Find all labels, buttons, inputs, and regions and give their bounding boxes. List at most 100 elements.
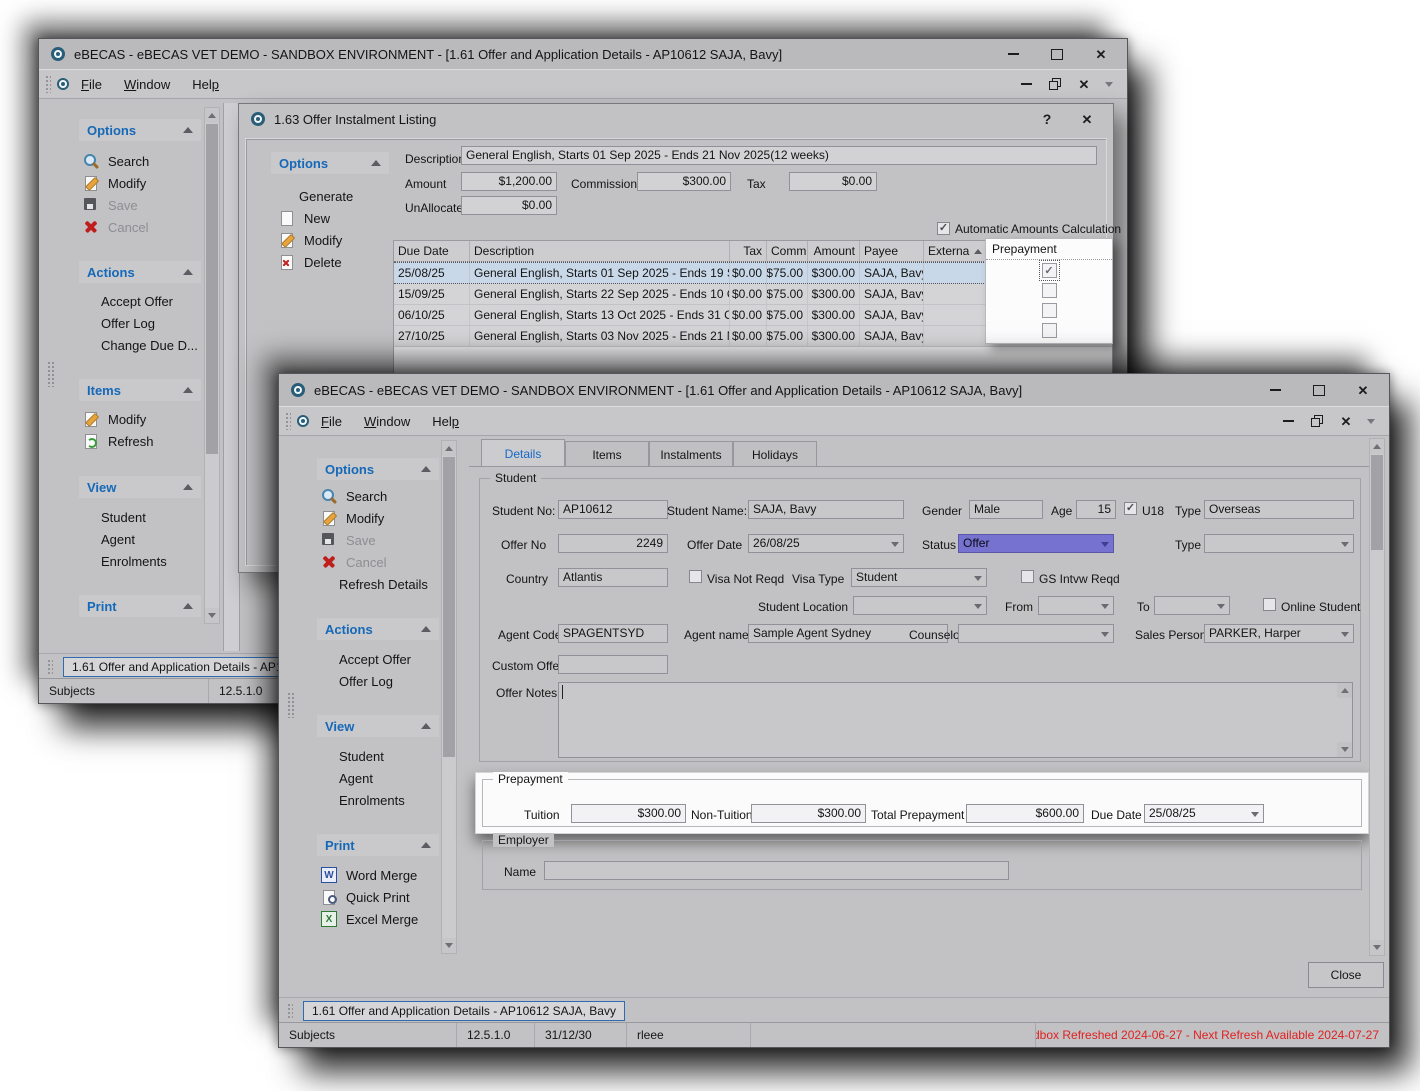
- minimize-icon[interactable]: [1005, 46, 1021, 62]
- menubar-grip[interactable]: [45, 75, 51, 93]
- prepayment-checkbox[interactable]: ✓: [1042, 263, 1057, 278]
- close-icon[interactable]: ✕: [1093, 46, 1109, 62]
- collapse-icon[interactable]: [421, 466, 431, 472]
- status-combo[interactable]: Offer: [958, 534, 1114, 553]
- scroll-up-icon[interactable]: [1337, 683, 1352, 698]
- tabbar-grip[interactable]: [47, 659, 53, 675]
- mdi-restore-icon[interactable]: [1309, 413, 1325, 429]
- type2-combo[interactable]: [1204, 534, 1354, 553]
- mdi-menu-dropdown-icon[interactable]: [1105, 82, 1113, 87]
- offer-no-field[interactable]: 2249: [558, 534, 668, 553]
- scroll-down-icon[interactable]: [1337, 742, 1352, 757]
- content-scrollbar[interactable]: [1369, 438, 1385, 956]
- menu-window[interactable]: Window: [114, 73, 180, 96]
- section-header-print[interactable]: Print: [79, 595, 201, 617]
- sidebar-item-view-enrolments[interactable]: Enrolments: [101, 551, 167, 571]
- mdi-close-icon[interactable]: ✕: [1338, 413, 1354, 429]
- tab-instalments[interactable]: Instalments: [649, 441, 733, 467]
- sidebar-item-offer-log[interactable]: Offer Log: [339, 671, 393, 691]
- sidebar-item-excel-merge[interactable]: XExcel Merge: [321, 909, 418, 929]
- country-field[interactable]: Atlantis: [558, 568, 668, 587]
- sidebar-item-items-modify[interactable]: Modify: [83, 409, 146, 429]
- col-header-due-date[interactable]: Due Date: [394, 241, 470, 261]
- section-header-actions[interactable]: Actions: [317, 618, 439, 640]
- scroll-down-icon[interactable]: [1370, 940, 1384, 955]
- section-header-actions[interactable]: Actions: [79, 261, 201, 283]
- section-header-options[interactable]: Options: [271, 152, 389, 174]
- section-header-view[interactable]: View: [317, 715, 439, 737]
- commission-field[interactable]: $300.00: [637, 172, 731, 191]
- scroll-down-icon[interactable]: [442, 938, 456, 953]
- collapse-icon[interactable]: [183, 127, 193, 133]
- section-header-options[interactable]: Options: [79, 119, 201, 141]
- scroll-up-icon[interactable]: [442, 441, 456, 456]
- student-name-field[interactable]: SAJA, Bavy: [748, 500, 904, 519]
- minimize-icon[interactable]: [1267, 382, 1283, 398]
- toolbar-item-new[interactable]: New: [279, 208, 330, 228]
- menu-help[interactable]: Help: [182, 73, 229, 96]
- gs-intvw-checkbox[interactable]: [1021, 570, 1034, 583]
- mdi-minimize-icon[interactable]: [1018, 76, 1034, 92]
- scrollbar-thumb[interactable]: [443, 457, 455, 757]
- offer-notes-textarea[interactable]: [558, 682, 1353, 758]
- prepayment-due-date-combo[interactable]: 25/08/25: [1144, 804, 1264, 823]
- sidebar-item-accept-offer[interactable]: Accept Offer: [339, 649, 411, 669]
- collapse-icon[interactable]: [183, 387, 193, 393]
- sidebar-item-view-agent[interactable]: Agent: [339, 768, 373, 788]
- prepayment-checkbox[interactable]: [1042, 303, 1057, 318]
- scroll-down-icon[interactable]: [205, 608, 219, 623]
- col-header-description[interactable]: Description: [470, 241, 730, 261]
- menubar-grip[interactable]: [285, 412, 291, 430]
- sidebar-item-modify[interactable]: Modify: [321, 508, 384, 528]
- sidebar-item-search[interactable]: Search: [321, 486, 387, 506]
- sidebar-item-offer-log[interactable]: Offer Log: [101, 313, 155, 333]
- section-header-options[interactable]: Options: [317, 458, 439, 480]
- sidebar-item-search[interactable]: Search: [83, 151, 149, 171]
- tuition-field[interactable]: $300.00: [571, 804, 686, 823]
- type-field[interactable]: Overseas: [1204, 500, 1354, 519]
- menu-file[interactable]: File: [71, 73, 112, 96]
- to-combo[interactable]: [1154, 596, 1230, 615]
- auto-amounts-checkbox[interactable]: ✓: [937, 222, 950, 235]
- visa-type-combo[interactable]: Student: [851, 568, 987, 587]
- sidebar-grip[interactable]: [287, 692, 295, 718]
- sidebar-item-change-due-date[interactable]: Change Due D...: [101, 335, 198, 355]
- tabbar-grip[interactable]: [287, 1003, 293, 1019]
- col-header-tax[interactable]: Tax: [730, 241, 767, 261]
- non-tuition-field[interactable]: $300.00: [751, 804, 866, 823]
- unallocated-field[interactable]: $0.00: [461, 196, 557, 215]
- visa-not-reqd-checkbox[interactable]: [689, 570, 702, 583]
- window-tab[interactable]: 1.61 Offer and Application Details - AP1…: [303, 1001, 625, 1021]
- gender-field[interactable]: Male: [969, 500, 1043, 519]
- sidebar-scrollbar[interactable]: [204, 107, 220, 624]
- tab-details[interactable]: Details: [481, 439, 565, 467]
- maximize-icon[interactable]: [1049, 46, 1065, 62]
- sidebar-item-items-refresh[interactable]: Refresh: [83, 431, 154, 451]
- age-field[interactable]: 15: [1076, 500, 1116, 519]
- collapse-icon[interactable]: [183, 484, 193, 490]
- total-prepayment-field[interactable]: $600.00: [966, 804, 1084, 823]
- col-header-payee[interactable]: Payee: [860, 241, 924, 261]
- collapse-icon[interactable]: [421, 626, 431, 632]
- tax-field[interactable]: $0.00: [789, 172, 877, 191]
- scrollbar-thumb[interactable]: [1371, 455, 1383, 550]
- offer-date-combo[interactable]: 26/08/25: [748, 534, 904, 553]
- sidebar-grip[interactable]: [47, 361, 55, 387]
- collapse-icon[interactable]: [183, 269, 193, 275]
- agent-code-field[interactable]: SPAGENTSYD: [558, 624, 668, 643]
- col-header-external[interactable]: Externa: [924, 241, 986, 261]
- sidebar-item-accept-offer[interactable]: Accept Offer: [101, 291, 173, 311]
- col-header-commission[interactable]: Commissi: [767, 241, 808, 261]
- section-header-print[interactable]: Print: [317, 834, 439, 856]
- close-button[interactable]: Close: [1308, 962, 1384, 988]
- prepayment-checkbox[interactable]: [1042, 283, 1057, 298]
- section-header-view[interactable]: View: [79, 476, 201, 498]
- from-combo[interactable]: [1038, 596, 1114, 615]
- scroll-up-icon[interactable]: [1370, 439, 1384, 454]
- collapse-icon[interactable]: [371, 160, 381, 166]
- sidebar-item-refresh-details[interactable]: Refresh Details: [339, 574, 428, 594]
- student-no-field[interactable]: AP10612: [558, 500, 668, 519]
- scrollbar-thumb[interactable]: [206, 124, 218, 454]
- titlebar[interactable]: 1.63 Offer Instalment Listing ? ✕: [239, 104, 1113, 134]
- mdi-menu-dropdown-icon[interactable]: [1367, 419, 1375, 424]
